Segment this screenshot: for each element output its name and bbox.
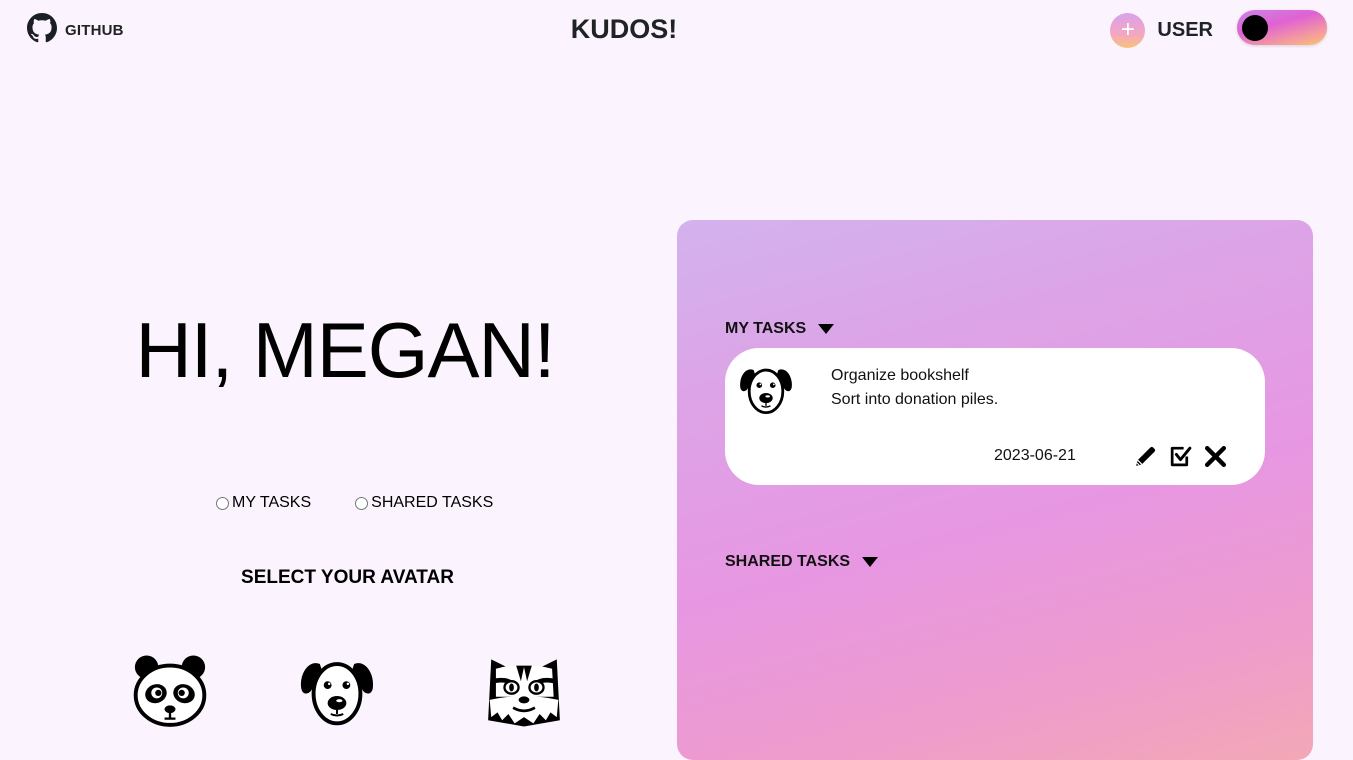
toggle-knob <box>1242 15 1268 41</box>
caret-down-icon <box>818 324 835 334</box>
theme-toggle[interactable] <box>1237 10 1327 45</box>
complete-task-button[interactable] <box>1168 444 1193 469</box>
my-tasks-radio[interactable] <box>216 496 229 510</box>
close-icon <box>1204 445 1227 468</box>
my-tasks-radio-option[interactable]: MY TASKS <box>216 494 311 512</box>
task-description: Sort into donation piles. <box>831 391 999 408</box>
tiger-icon <box>484 650 564 728</box>
avatar-option-panda[interactable] <box>130 650 210 728</box>
avatar-option-dog[interactable] <box>297 650 377 728</box>
my-tasks-radio-label: MY TASKS <box>232 494 312 511</box>
avatar-picker <box>130 650 570 730</box>
add-task-button[interactable]: + <box>1110 13 1146 48</box>
shared-tasks-radio-label: SHARED TASKS <box>371 494 494 511</box>
task-card: Organize bookshelf Sort into donation pi… <box>725 348 1265 485</box>
task-filter: MY TASKS SHARED TASKS <box>216 494 493 512</box>
panda-icon <box>130 650 210 728</box>
app-title: KUDOS! <box>570 14 678 44</box>
shared-tasks-radio[interactable] <box>355 496 369 510</box>
my-tasks-toggle[interactable]: MY TASKS <box>725 320 835 338</box>
top-navbar: GITHUB KUDOS! + USER <box>0 0 1353 60</box>
greeting-heading: HI, MEGAN! <box>135 306 555 394</box>
delete-task-button[interactable] <box>1203 444 1228 469</box>
avatar-option-tiger[interactable] <box>484 650 564 728</box>
user-area: + USER <box>1110 13 1213 48</box>
dog-icon <box>297 650 377 728</box>
shared-tasks-radio-option[interactable]: SHARED TASKS <box>355 494 493 512</box>
user-label[interactable]: USER <box>1157 19 1213 42</box>
task-actions <box>1133 444 1228 469</box>
task-title: Organize bookshelf <box>831 367 969 384</box>
shared-tasks-heading: SHARED TASKS <box>725 553 851 570</box>
checkbox-checked-icon <box>1170 446 1192 467</box>
tasks-panel: MY TASKS Organize bookshelf Sort into do… <box>677 220 1313 760</box>
pencil-icon <box>1136 446 1156 466</box>
my-tasks-heading: MY TASKS <box>725 320 807 337</box>
dog-icon <box>731 360 801 416</box>
avatar-picker-heading: SELECT YOUR AVATAR <box>241 567 454 588</box>
caret-down-icon <box>862 557 879 567</box>
task-date: 2023-06-21 <box>994 447 1076 464</box>
edit-task-button[interactable] <box>1133 444 1158 469</box>
shared-tasks-toggle[interactable]: SHARED TASKS <box>725 553 879 571</box>
